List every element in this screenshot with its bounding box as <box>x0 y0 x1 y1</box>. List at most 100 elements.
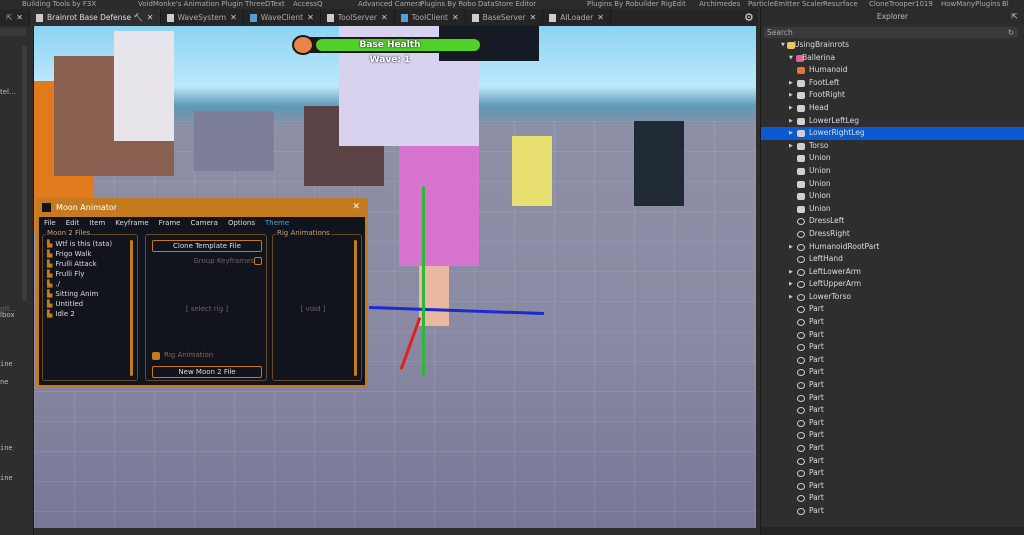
file-item[interactable]: ▙ Wtf is this (tata) <box>43 239 137 249</box>
explorer-item[interactable]: ▼ UsingBrainrots <box>761 39 1024 52</box>
file-item[interactable]: ▙ Idle 2 <box>43 309 137 319</box>
menu-item[interactable]: Item <box>89 219 105 227</box>
explorer-item[interactable]: Part <box>761 404 1024 417</box>
explorer-item[interactable]: ▶ FootRight <box>761 89 1024 102</box>
menu-edit[interactable]: Edit <box>66 219 80 227</box>
scrollbar[interactable] <box>22 46 27 301</box>
undock-icon[interactable]: ⇱ <box>1011 12 1018 21</box>
plugin-button[interactable]: Plugins By Robuilder <box>587 0 659 9</box>
explorer-item[interactable]: DressLeft <box>761 215 1024 228</box>
plugin-button[interactable]: AccessQ <box>293 0 322 9</box>
explorer-item[interactable]: ▶ LeftLowerArm <box>761 266 1024 279</box>
explorer-search-input[interactable]: Search ↻ <box>764 27 1018 38</box>
close-icon[interactable]: ✕ <box>147 13 154 22</box>
explorer-item[interactable]: Union <box>761 178 1024 191</box>
file-item[interactable]: ▙ Frulli Attack <box>43 259 137 269</box>
tab-brainrot-base-defense-[interactable]: Brainrot Base Defense 🔨 ✕ <box>30 9 161 26</box>
explorer-item[interactable]: Part <box>761 505 1024 518</box>
explorer-item[interactable]: Part <box>761 379 1024 392</box>
explorer-item[interactable]: Part <box>761 341 1024 354</box>
tab-toolclient[interactable]: ToolClient ✕ <box>395 9 466 26</box>
menu-frame[interactable]: Frame <box>159 219 181 227</box>
explorer-item[interactable]: LeftHand <box>761 253 1024 266</box>
menu-options[interactable]: Options <box>228 219 255 227</box>
plugin-button[interactable]: ParticleEmitter Scaler <box>748 0 824 9</box>
explorer-item[interactable]: Union <box>761 190 1024 203</box>
explorer-item[interactable]: Humanoid <box>761 64 1024 77</box>
explorer-item[interactable]: Part <box>761 417 1024 430</box>
gear-icon[interactable]: ⚙ <box>744 11 754 24</box>
explorer-item[interactable]: Part <box>761 303 1024 316</box>
explorer-item[interactable]: ▶ LeftUpperArm <box>761 278 1024 291</box>
tab-undock[interactable]: ⇱ ✕ <box>0 9 30 26</box>
close-icon[interactable]: ✕ <box>381 13 388 22</box>
collapsed-arrow-icon[interactable]: ▶ <box>789 140 793 153</box>
explorer-item[interactable]: ▶ HumanoidRootPart <box>761 241 1024 254</box>
file-item[interactable]: ▙ Sitting Anim <box>43 289 137 299</box>
collapsed-arrow-icon[interactable]: ▶ <box>789 278 793 291</box>
tab-waveclient[interactable]: WaveClient ✕ <box>244 9 321 26</box>
plugin-button[interactable]: VoidMonke's Animation Plugin <box>138 0 243 9</box>
collapsed-arrow-icon[interactable]: ▶ <box>789 266 793 279</box>
menu-camera[interactable]: Camera <box>190 219 217 227</box>
explorer-item[interactable]: Part <box>761 329 1024 342</box>
menu-theme[interactable]: Theme <box>265 219 289 227</box>
plugin-button[interactable]: Advanced Camera <box>358 0 422 9</box>
plugin-button[interactable]: Plugins By Robo <box>420 0 476 9</box>
plugin-button[interactable]: Building Tools by F3X <box>22 0 96 9</box>
explorer-item[interactable]: ▶ LowerRightLeg <box>761 127 1024 140</box>
explorer-item[interactable]: ▼ Ballerina <box>761 52 1024 65</box>
explorer-item[interactable]: Part <box>761 467 1024 480</box>
explorer-item[interactable]: Part <box>761 366 1024 379</box>
plugin-button[interactable]: CloneTrooper1019 <box>869 0 933 9</box>
close-button[interactable]: ✕ <box>352 202 360 212</box>
plugin-button[interactable]: Archimedes <box>699 0 740 9</box>
group-keyframes-checkbox[interactable] <box>254 257 262 265</box>
collapsed-arrow-icon[interactable]: ▶ <box>789 115 793 128</box>
explorer-item[interactable]: Part <box>761 442 1024 455</box>
history-icon[interactable]: ↻ <box>1008 27 1014 38</box>
explorer-item[interactable]: Part <box>761 429 1024 442</box>
plugin-button[interactable]: ThreeDText <box>245 0 285 9</box>
close-icon[interactable]: ✕ <box>307 13 314 22</box>
undock-icon[interactable]: ⇱ <box>6 13 12 22</box>
explorer-item[interactable]: Part <box>761 455 1024 468</box>
close-icon[interactable]: ✕ <box>452 13 459 22</box>
explorer-item[interactable]: Union <box>761 165 1024 178</box>
expanded-arrow-icon[interactable]: ▼ <box>781 39 785 52</box>
menu-file[interactable]: File <box>44 219 56 227</box>
explorer-item[interactable]: ▶ Torso <box>761 140 1024 153</box>
tab-baseserver[interactable]: BaseServer ✕ <box>466 9 544 26</box>
toolbox-tab[interactable]: lbox <box>0 311 15 319</box>
menu-keyframe[interactable]: Keyframe <box>115 219 148 227</box>
explorer-item[interactable]: Part <box>761 354 1024 367</box>
clone-template-button[interactable]: Clone Template File <box>152 240 262 252</box>
file-item[interactable]: ▙ Untitled <box>43 299 137 309</box>
explorer-item[interactable]: ▶ LowerTorso <box>761 291 1024 304</box>
expanded-arrow-icon[interactable]: ▼ <box>789 52 793 65</box>
explorer-item[interactable]: Part <box>761 316 1024 329</box>
collapsed-arrow-icon[interactable]: ▶ <box>789 102 793 115</box>
plugin-button[interactable]: Bl <box>1002 0 1009 9</box>
explorer-item[interactable]: DressRight <box>761 228 1024 241</box>
collapsed-arrow-icon[interactable]: ▶ <box>789 77 793 90</box>
rig-animation-radio[interactable] <box>152 352 160 360</box>
plugin-button[interactable]: Resurface <box>823 0 858 9</box>
explorer-item[interactable]: Part <box>761 480 1024 493</box>
scrollbar[interactable] <box>130 240 133 376</box>
collapsed-arrow-icon[interactable]: ▶ <box>789 291 793 304</box>
file-item[interactable]: ▙ Frigo Walk <box>43 249 137 259</box>
file-item[interactable]: ▙ ./ <box>43 279 137 289</box>
explorer-item[interactable]: ▶ Head <box>761 102 1024 115</box>
close-icon[interactable]: ✕ <box>16 13 23 22</box>
moon-title-bar[interactable]: Moon Animator ✕ <box>36 198 368 217</box>
tab-wavesystem[interactable]: WaveSystem ✕ <box>161 9 244 26</box>
scrollbar[interactable] <box>354 240 357 376</box>
close-icon[interactable]: ✕ <box>230 13 237 22</box>
close-icon[interactable]: ✕ <box>597 13 604 22</box>
explorer-item[interactable]: Part <box>761 392 1024 405</box>
explorer-item[interactable]: ▶ LowerLeftLeg <box>761 115 1024 128</box>
plugin-button[interactable]: RigEdit <box>661 0 686 9</box>
new-file-button[interactable]: New Moon 2 File <box>152 366 262 378</box>
explorer-item[interactable]: Union <box>761 152 1024 165</box>
